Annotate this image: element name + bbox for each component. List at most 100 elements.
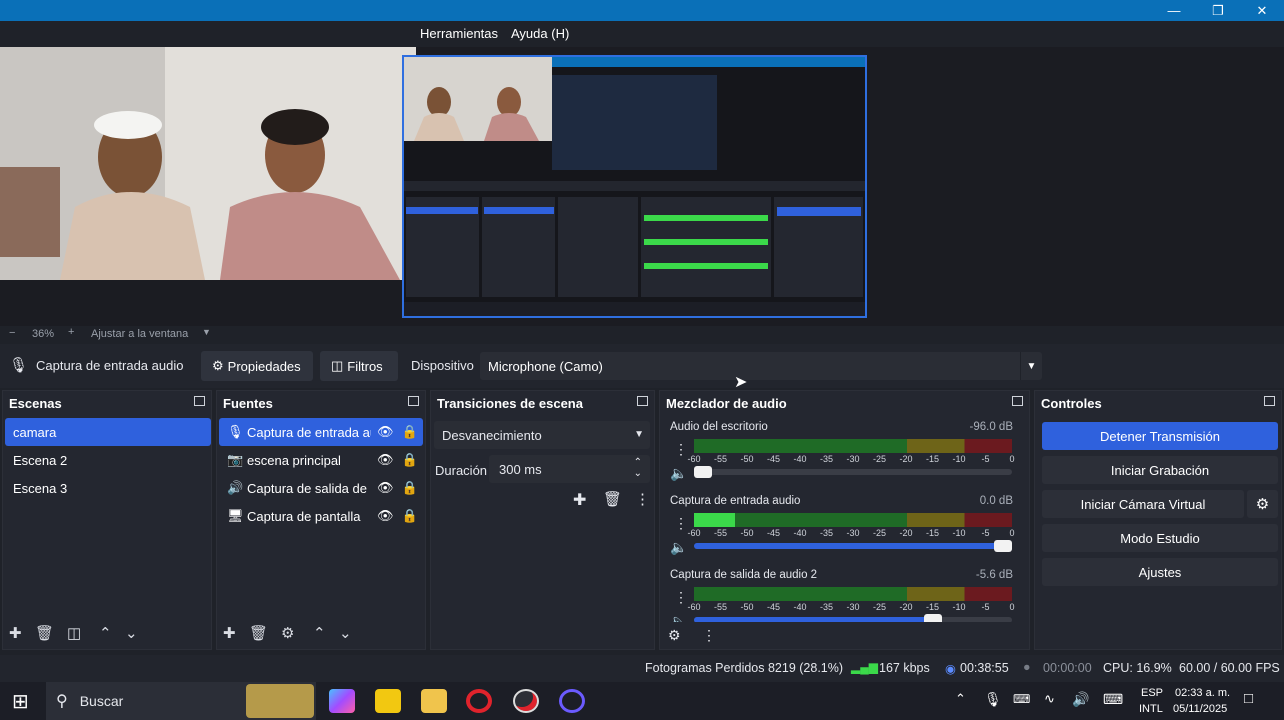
zoom-out-button[interactable]: − <box>9 327 15 339</box>
volume-slider[interactable] <box>694 540 1012 552</box>
obs-icon[interactable] <box>513 689 539 713</box>
clock-time[interactable]: 02:33 a. m. <box>1175 687 1230 699</box>
slider-handle[interactable] <box>694 466 712 478</box>
tray-chevron-up-icon[interactable]: ⌃ <box>955 691 966 707</box>
lock-icon[interactable]: 🔒 <box>402 424 418 440</box>
gear-icon[interactable]: ⚙ <box>668 627 681 644</box>
volume-slider[interactable] <box>694 466 1012 478</box>
add-icon[interactable]: ✚ <box>9 624 22 642</box>
source-item[interactable]: 🎙 Captura de entrada au 👁 🔒 <box>219 418 423 446</box>
properties-button[interactable]: ⚙ Propiedades <box>201 351 313 381</box>
device-value: Microphone (Camo) <box>488 358 603 374</box>
stepper-down-icon[interactable]: ⌄ <box>634 468 642 479</box>
volume-icon[interactable]: 🔊 <box>1072 691 1089 708</box>
add-icon[interactable]: ✚ <box>573 490 586 510</box>
source-item[interactable]: 🖥 Captura de pantalla 👁 🔒 <box>219 502 423 530</box>
speaker-icon[interactable]: 🔈 <box>670 465 687 482</box>
source-item[interactable]: 🔊 Captura de salida de a 👁 🔒 <box>219 474 423 502</box>
slider-handle[interactable] <box>994 540 1012 552</box>
start-record-button[interactable]: Iniciar Grabación <box>1042 456 1278 484</box>
eye-icon[interactable]: 👁 <box>377 424 394 440</box>
more-icon[interactable]: ⋮ <box>674 515 688 532</box>
level-meter <box>694 587 1012 601</box>
slider-fill <box>694 617 933 622</box>
close-icon[interactable]: ✕ <box>1240 0 1284 21</box>
lock-icon[interactable]: 🔒 <box>402 508 418 524</box>
speaker-icon[interactable]: 🔈 <box>670 539 687 556</box>
trash-icon[interactable]: 🗑 <box>35 624 54 642</box>
scene-item[interactable]: Escena 3 <box>5 474 211 502</box>
move-up-icon[interactable]: ⌃ <box>313 624 326 642</box>
transition-select[interactable]: Desvanecimiento ▼ <box>434 421 650 449</box>
trash-icon[interactable]: 🗑 <box>249 624 268 642</box>
eye-icon[interactable]: 👁 <box>377 452 394 468</box>
more-icon[interactable]: ⋮ <box>702 627 716 644</box>
copilot-icon[interactable] <box>329 689 355 713</box>
move-up-icon[interactable]: ⌃ <box>99 624 112 642</box>
chevron-down-icon[interactable]: ▼ <box>202 327 211 337</box>
eye-icon[interactable]: 👁 <box>377 480 394 496</box>
keyboard-ime-icon[interactable]: ⌨ <box>1013 692 1030 706</box>
move-down-icon[interactable]: ⌄ <box>339 624 352 642</box>
source-item[interactable]: 📷 escena principal 👁 🔒 <box>219 446 423 474</box>
trash-icon[interactable]: 🗑 <box>603 490 622 508</box>
volume-slider[interactable] <box>694 614 1012 622</box>
gear-icon[interactable]: ⚙ <box>281 624 294 642</box>
scale-tick: -55 <box>713 454 728 464</box>
chevron-down-icon[interactable]: ▼ <box>1020 352 1042 380</box>
eye-icon[interactable]: 👁 <box>377 508 394 524</box>
channel-name: Audio del escritorio <box>670 421 768 433</box>
float-icon[interactable] <box>194 396 205 406</box>
more-icon[interactable]: ⋮ <box>674 589 688 606</box>
more-icon[interactable]: ⋮ <box>635 490 650 508</box>
studio-mode-button[interactable]: Modo Estudio <box>1042 524 1278 552</box>
preview-canvas[interactable] <box>0 47 1284 326</box>
add-icon[interactable]: ✚ <box>223 624 236 642</box>
camo-icon[interactable] <box>559 689 585 713</box>
float-icon[interactable] <box>408 396 419 406</box>
sticky-notes-icon[interactable] <box>375 689 401 713</box>
zoom-in-button[interactable]: + <box>68 326 74 338</box>
touch-keyboard-icon[interactable]: ⌨ <box>1103 691 1123 708</box>
microphone-icon[interactable]: 🎙 <box>984 691 1002 708</box>
taskbar-search[interactable]: ⚲ Buscar <box>46 682 316 720</box>
opera-icon[interactable] <box>466 689 492 713</box>
scale-tick: -45 <box>766 528 781 538</box>
language-layout[interactable]: INTL <box>1139 703 1163 715</box>
float-icon[interactable] <box>1012 396 1023 406</box>
scene-filter-icon[interactable]: ◫ <box>67 624 81 642</box>
clock-date[interactable]: 05/11/2025 <box>1173 703 1227 715</box>
move-down-icon[interactable]: ⌄ <box>125 624 138 642</box>
float-icon[interactable] <box>637 396 648 406</box>
fit-window-label[interactable]: Ajustar a la ventana <box>91 328 188 340</box>
filters-button[interactable]: ◫ Filtros <box>320 351 398 381</box>
gear-icon[interactable]: ⚙ <box>1247 490 1278 518</box>
settings-button[interactable]: Ajustes <box>1042 558 1278 586</box>
slider-handle[interactable] <box>923 614 942 622</box>
scale-tick: -5 <box>981 454 990 464</box>
more-icon[interactable]: ⋮ <box>674 441 688 458</box>
scale-tick: -55 <box>713 528 728 538</box>
stepper-up-icon[interactable]: ⌃ <box>634 457 642 468</box>
minimize-icon[interactable]: — <box>1152 0 1196 21</box>
device-select[interactable]: Microphone (Camo) ▼ <box>480 352 1042 380</box>
windows-start-icon[interactable]: ⊞ <box>12 689 29 714</box>
wifi-icon[interactable]: ∿ <box>1044 691 1055 707</box>
menu-help[interactable]: Ayuda (H) <box>511 26 569 41</box>
duration-input[interactable]: 300 ms ⌃ ⌄ <box>489 455 650 483</box>
restore-icon[interactable]: ❐ <box>1196 0 1240 21</box>
lock-icon[interactable]: 🔒 <box>402 480 418 496</box>
virtual-cam-button[interactable]: Iniciar Cámara Virtual <box>1042 490 1244 518</box>
speaker-icon[interactable]: 🔈 <box>670 613 687 622</box>
file-explorer-icon[interactable] <box>421 689 447 713</box>
lock-icon[interactable]: 🔒 <box>402 452 418 468</box>
transition-value: Desvanecimiento <box>442 427 542 443</box>
mixer-channel: Captura de entrada audio 0.0 dB ⋮ -60 -55… <box>660 491 1029 565</box>
stop-stream-button[interactable]: Detener Transmisión <box>1042 422 1278 450</box>
scene-item[interactable]: camara <box>5 418 211 446</box>
language-code[interactable]: ESP <box>1141 687 1163 699</box>
float-icon[interactable] <box>1264 396 1275 406</box>
notification-icon[interactable]: □ <box>1244 690 1253 707</box>
menu-tools[interactable]: Herramientas <box>420 26 498 41</box>
scene-item[interactable]: Escena 2 <box>5 446 211 474</box>
